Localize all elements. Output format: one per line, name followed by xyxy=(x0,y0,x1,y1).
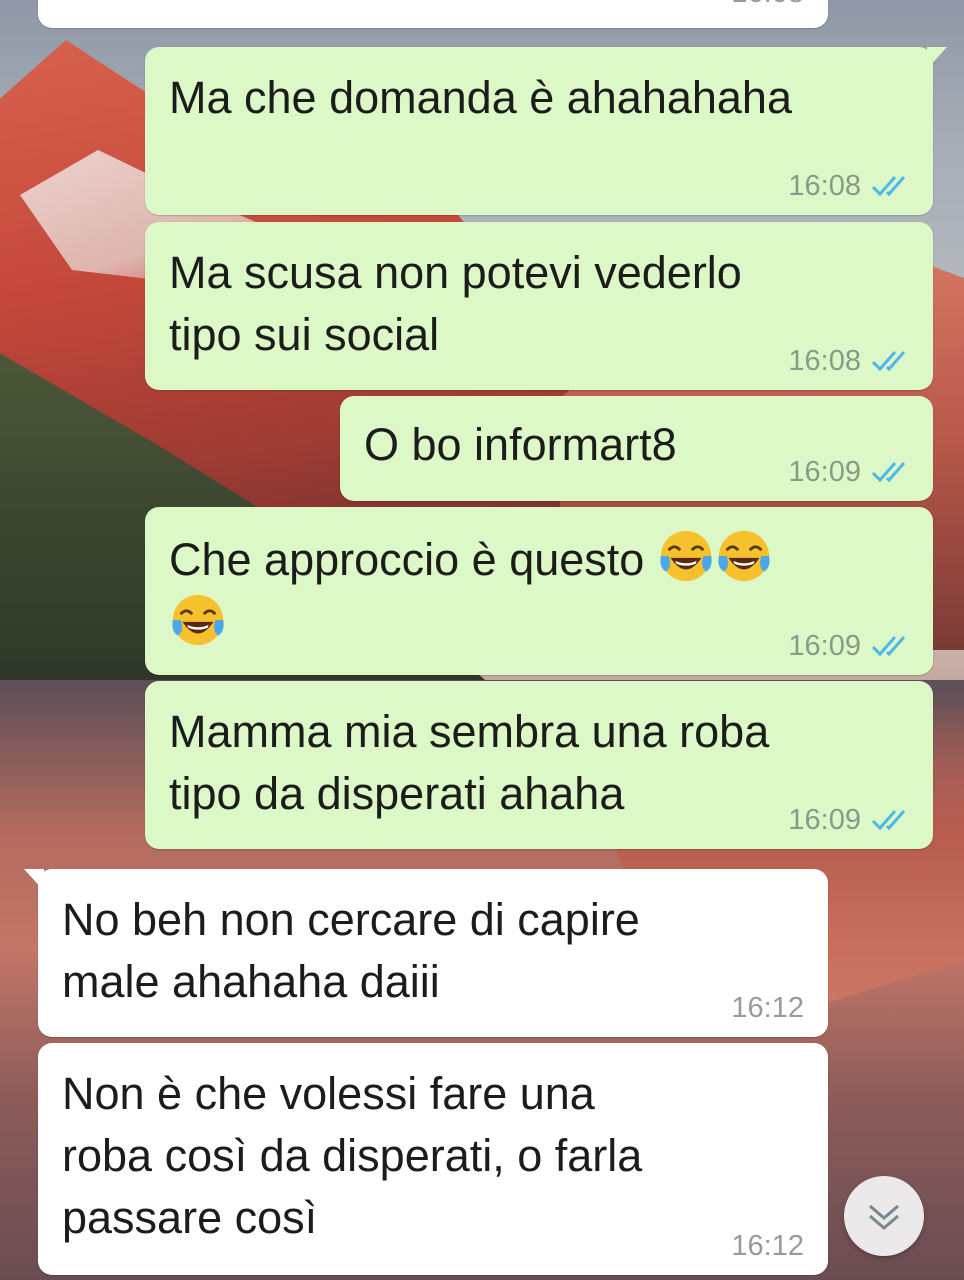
message-time: 16:09 xyxy=(788,456,861,488)
message-time: 16:08 xyxy=(788,345,861,377)
face-with-tears-of-joy-icon xyxy=(172,594,224,646)
message-time: 16:09 xyxy=(788,804,861,836)
message-bubble-incoming[interactable]: No beh non cercare di capire male ahahah… xyxy=(24,869,828,1037)
message-bubble-incoming[interactable]: Non è che volessi fare una roba così da … xyxy=(38,1043,828,1275)
double-check-read-icon xyxy=(871,351,906,372)
message-time: 16:12 xyxy=(731,1230,804,1262)
message-bubble-outgoing[interactable]: O bo informart8 16:09 xyxy=(340,396,933,501)
message-meta: 16:08 xyxy=(731,0,804,8)
message-bubble-partial[interactable]: 16:08 xyxy=(38,0,828,28)
chat-message-list[interactable]: 16:08 Ma che domanda è ahahahaha 16:08 M… xyxy=(0,0,964,1280)
message-bubble-outgoing[interactable]: Mamma mia sembra una roba tipo da disper… xyxy=(145,681,933,849)
message-meta: 16:08 xyxy=(788,346,911,376)
message-bubble-outgoing[interactable]: Che approccio è questo 16:09 xyxy=(145,507,933,675)
message-meta: 16:09 xyxy=(788,631,911,661)
message-bubble-outgoing[interactable]: Ma scusa non potevi vederlo tipo sui soc… xyxy=(145,222,933,390)
message-time: 16:09 xyxy=(788,630,861,662)
double-check-read-icon xyxy=(871,636,906,657)
message-time: 16:08 xyxy=(731,0,804,8)
message-time: 16:08 xyxy=(788,170,861,202)
face-with-tears-of-joy-icon xyxy=(660,530,712,582)
message-time: 16:12 xyxy=(731,992,804,1024)
message-meta: 16:12 xyxy=(731,993,804,1023)
message-text: Ma che domanda è ahahahaha xyxy=(169,72,792,123)
message-meta: 16:09 xyxy=(788,805,911,835)
chevron-double-down-icon xyxy=(869,1204,899,1230)
scroll-to-bottom-button[interactable] xyxy=(844,1176,924,1256)
double-check-read-icon xyxy=(871,176,906,197)
message-meta: 16:09 xyxy=(788,457,911,487)
message-meta: 16:12 xyxy=(731,1231,804,1261)
double-check-read-icon xyxy=(871,462,906,483)
message-bubble-outgoing[interactable]: Ma che domanda è ahahahaha 16:08 xyxy=(145,47,947,215)
double-check-read-icon xyxy=(871,810,906,831)
message-meta: 16:08 xyxy=(788,171,911,201)
message-text: Non è che volessi fare una roba così da … xyxy=(62,1068,643,1243)
face-with-tears-of-joy-icon xyxy=(718,530,770,582)
message-text: No beh non cercare di capire male ahahah… xyxy=(62,894,640,1007)
